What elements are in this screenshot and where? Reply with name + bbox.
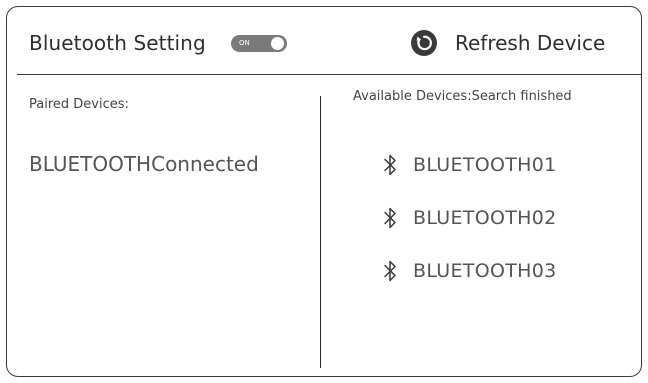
- refresh-device-button[interactable]: Refresh Device: [411, 27, 605, 59]
- device-name: BLUETOOTH02: [413, 207, 557, 229]
- available-devices-list: BLUETOOTH01 BLUETOOTH02 BLUETOOTH03: [383, 152, 556, 311]
- available-device-item[interactable]: BLUETOOTH02: [383, 205, 556, 231]
- bluetooth-settings-panel: Bluetooth Setting ON Refresh Device Pair…: [6, 6, 642, 377]
- available-devices-heading: Available Devices:Search finished: [353, 89, 572, 104]
- available-device-item[interactable]: BLUETOOTH01: [383, 152, 556, 178]
- bluetooth-icon: [384, 154, 396, 176]
- refresh-icon: [411, 30, 437, 56]
- bluetooth-icon: [384, 260, 396, 282]
- refresh-device-label: Refresh Device: [455, 31, 606, 55]
- bluetooth-icon: [384, 207, 396, 229]
- toggle-knob: [271, 37, 284, 50]
- toggle-state-label: ON: [239, 39, 250, 47]
- available-device-item[interactable]: BLUETOOTH03: [383, 258, 556, 284]
- bluetooth-toggle[interactable]: ON: [231, 35, 287, 52]
- paired-device-item[interactable]: BLUETOOTHConnected: [29, 152, 259, 176]
- page-title: Bluetooth Setting: [29, 31, 206, 55]
- header-divider: [17, 74, 641, 75]
- header-bar: Bluetooth Setting ON Refresh Device: [7, 7, 641, 75]
- column-divider: [320, 96, 321, 368]
- paired-devices-heading: Paired Devices:: [29, 97, 129, 112]
- device-name: BLUETOOTH01: [413, 154, 557, 176]
- device-name: BLUETOOTH03: [413, 260, 557, 282]
